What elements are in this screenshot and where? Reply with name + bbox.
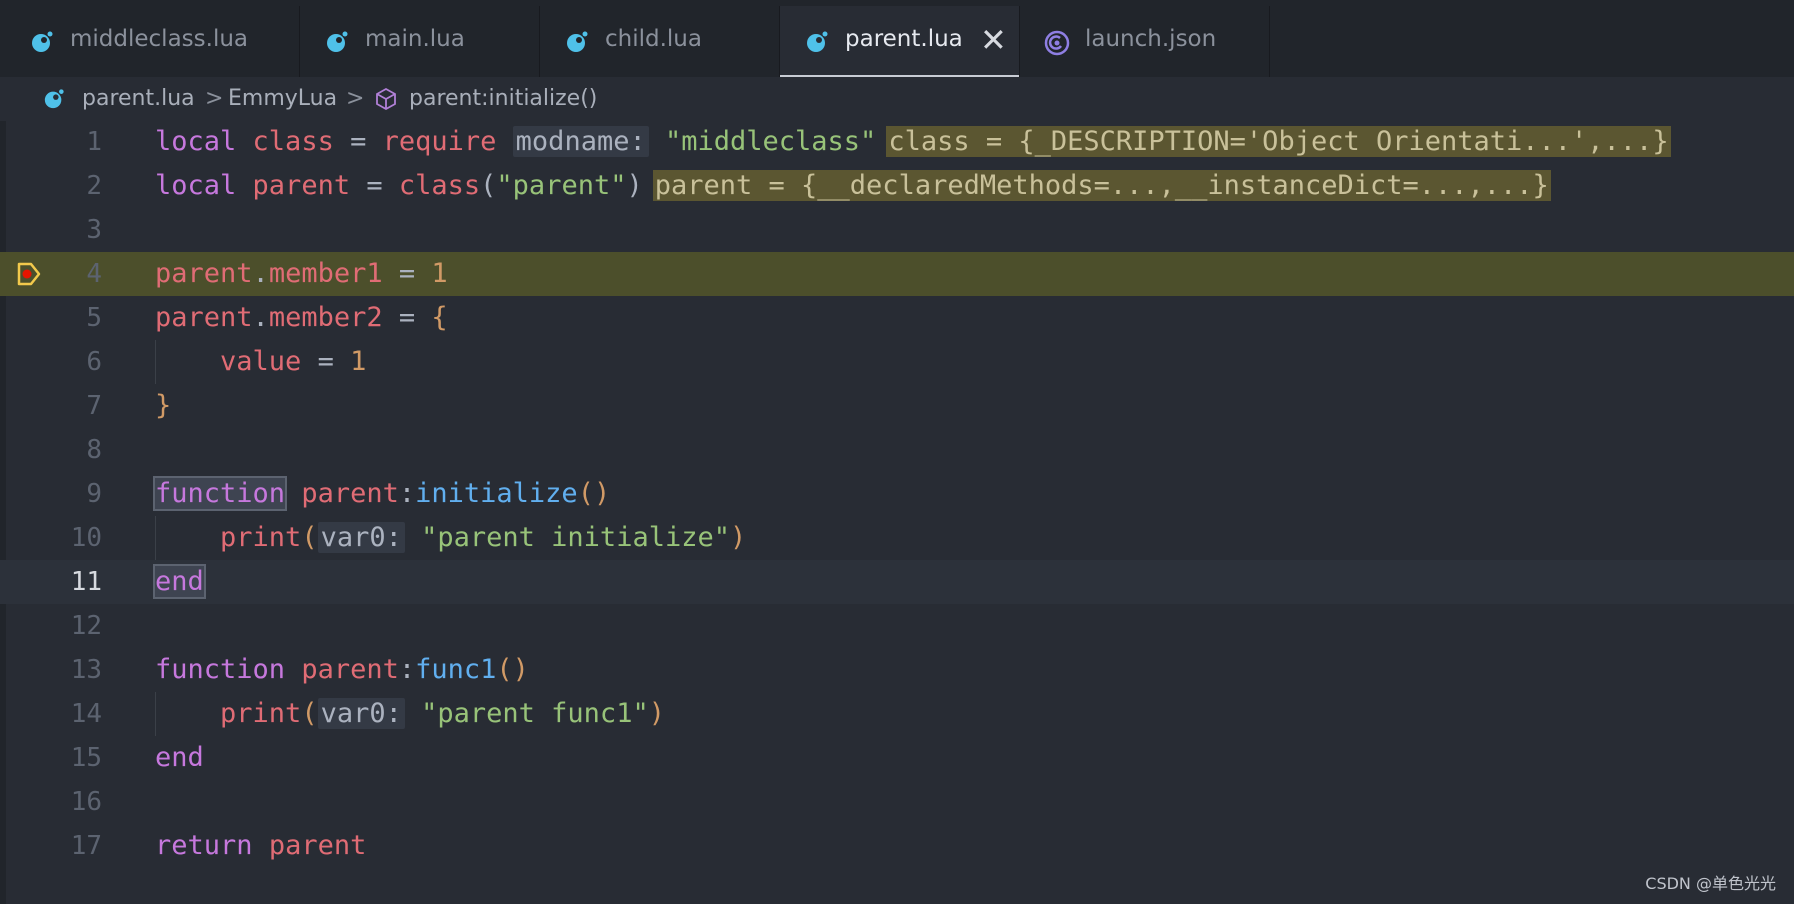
watermark: CSDN @单色光光	[1645, 874, 1776, 893]
code-line: 10 print(var0: "parent initialize")	[0, 516, 1794, 560]
code-text: return parent	[155, 830, 367, 861]
code-text: parent.member1 = 1	[155, 258, 448, 289]
tab-label: launch.json	[1085, 26, 1217, 52]
line-number: 16	[70, 787, 102, 817]
lua-file-icon	[32, 31, 53, 52]
close-icon[interactable]: ✕	[980, 20, 1007, 60]
code-text: value = 1	[220, 346, 367, 377]
code-line: 14 print(var0: "parent func1")	[0, 692, 1794, 736]
line-number: 2	[86, 171, 102, 201]
code-line: 7 }	[0, 384, 1794, 428]
breakpoint-paused-icon[interactable]	[16, 261, 42, 287]
lua-file-icon	[327, 31, 348, 52]
breadcrumb-file[interactable]: parent.lua	[82, 86, 195, 111]
code-line: 3	[0, 208, 1794, 252]
breadcrumb-scope[interactable]: EmmyLua	[228, 86, 337, 111]
line-number: 14	[70, 699, 102, 729]
tab-main-lua[interactable]: main.lua	[300, 6, 540, 77]
tab-label: main.lua	[365, 26, 465, 52]
code-text: local parent = class("parent") parent = {…	[155, 170, 1551, 201]
line-number: 8	[86, 435, 102, 465]
line-number: 7	[86, 391, 102, 421]
line-number: 11	[70, 567, 102, 597]
line-number: 6	[86, 347, 102, 377]
line-number: 4	[86, 259, 102, 289]
tab-launch-json[interactable]: launch.json	[1020, 6, 1270, 77]
param-hint: modname:	[512, 126, 649, 157]
inline-value: class = {_DESCRIPTION='Object Orientati.…	[886, 126, 1671, 157]
code-line: 6 value = 1	[0, 340, 1794, 384]
lua-file-icon	[807, 31, 828, 52]
line-number: 17	[70, 831, 102, 861]
lua-file-icon	[567, 31, 588, 52]
code-text: parent.member2 = {	[155, 302, 448, 333]
code-text: function parent:initialize()	[152, 476, 611, 511]
code-line: 5 parent.member2 = {	[0, 296, 1794, 340]
code-line: 15 end	[0, 736, 1794, 780]
tab-middleclass-lua[interactable]: middleclass.lua	[0, 6, 300, 77]
code-text: print(var0: "parent initialize")	[220, 522, 747, 553]
line-number: 15	[70, 743, 102, 773]
code-line: 9 function parent:initialize()	[0, 472, 1794, 516]
chevron-right-icon: >	[205, 86, 224, 111]
method-cube-icon	[376, 87, 396, 111]
tab-label: child.lua	[605, 26, 702, 52]
lua-file-icon	[44, 89, 64, 109]
code-text: end	[155, 742, 204, 773]
code-line-debug-paused: 4 parent.member1 = 1	[0, 252, 1794, 296]
code-line: 16	[0, 780, 1794, 824]
tab-parent-lua[interactable]: parent.lua ✕	[780, 6, 1020, 77]
code-text: }	[155, 390, 172, 421]
line-number: 1	[86, 127, 102, 157]
inline-value: parent = {__declaredMethods=...,__instan…	[652, 170, 1551, 201]
line-number: 13	[70, 655, 102, 685]
code-line: 12	[0, 604, 1794, 648]
code-text: end	[153, 564, 206, 599]
line-number: 9	[86, 479, 102, 509]
line-number: 10	[70, 523, 102, 553]
breadcrumb: parent.lua > EmmyLua > parent:initialize…	[0, 77, 1794, 121]
tab-label: parent.lua	[845, 26, 963, 52]
chevron-right-icon: >	[346, 86, 365, 111]
param-hint: var0:	[317, 522, 405, 553]
tab-child-lua[interactable]: child.lua	[540, 6, 780, 77]
code-text: print(var0: "parent func1")	[220, 698, 665, 729]
code-line-current: 11 end	[0, 560, 1794, 604]
launch-config-icon	[1044, 30, 1070, 56]
code-line: 17 return parent	[0, 824, 1794, 868]
code-line: 1 local class = require modname: "middle…	[0, 120, 1794, 164]
code-line: 2 local parent = class("parent") parent =…	[0, 164, 1794, 208]
code-line: 13 function parent:func1()	[0, 648, 1794, 692]
tab-label: middleclass.lua	[70, 26, 249, 52]
param-hint: var0:	[317, 698, 405, 729]
code-text: local class = require modname: "middlecl…	[155, 126, 1671, 157]
code-line: 8	[0, 428, 1794, 472]
line-number: 5	[86, 303, 102, 333]
line-number: 12	[70, 611, 102, 641]
line-number: 3	[86, 215, 102, 245]
code-text: function parent:func1()	[155, 654, 529, 685]
breadcrumb-symbol[interactable]: parent:initialize()	[409, 86, 597, 111]
editor-tab-bar: middleclass.lua main.lua child.lua paren…	[0, 0, 1794, 77]
